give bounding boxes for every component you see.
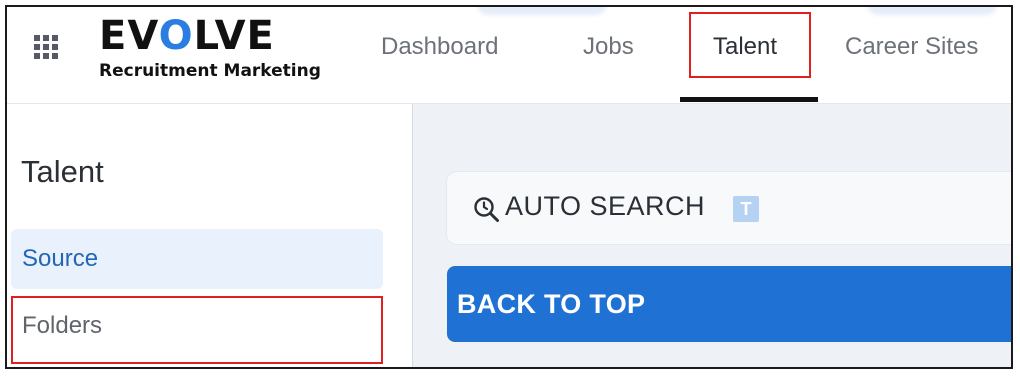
back-to-top-button[interactable]: BACK TO TOP — [447, 266, 1011, 342]
sidebar: Talent Source Folders — [7, 104, 413, 367]
nav-tab-career-sites[interactable]: Career Sites — [845, 33, 978, 61]
sidebar-item-source[interactable]: Source — [11, 229, 383, 289]
top-header: EVOLVE Recruitment Marketing Dashboard J… — [7, 7, 1011, 104]
app-grid-icon[interactable] — [34, 35, 58, 59]
sidebar-title: Talent — [21, 154, 104, 189]
t-badge: T — [733, 196, 759, 222]
evolve-logo[interactable]: EVOLVE Recruitment Marketing — [99, 13, 321, 81]
logo-subtitle: Recruitment Marketing — [99, 61, 321, 81]
nav-tab-jobs[interactable]: Jobs — [583, 33, 634, 61]
search-clock-icon — [474, 197, 499, 222]
logo-title: EVOLVE — [99, 13, 275, 59]
app-window: EVOLVE Recruitment Marketing Dashboard J… — [5, 5, 1013, 369]
auto-search-card[interactable]: AUTO SEARCH T — [447, 172, 1011, 244]
talent-highlight-box — [689, 12, 811, 78]
auto-search-label: AUTO SEARCH — [505, 191, 706, 221]
folders-highlight-box — [11, 296, 383, 364]
header-decoration — [477, 7, 607, 15]
active-tab-indicator — [680, 97, 818, 102]
header-decoration — [867, 7, 997, 15]
main-content: AUTO SEARCH T BACK TO TOP — [413, 104, 1011, 367]
nav-tab-dashboard[interactable]: Dashboard — [381, 33, 498, 61]
